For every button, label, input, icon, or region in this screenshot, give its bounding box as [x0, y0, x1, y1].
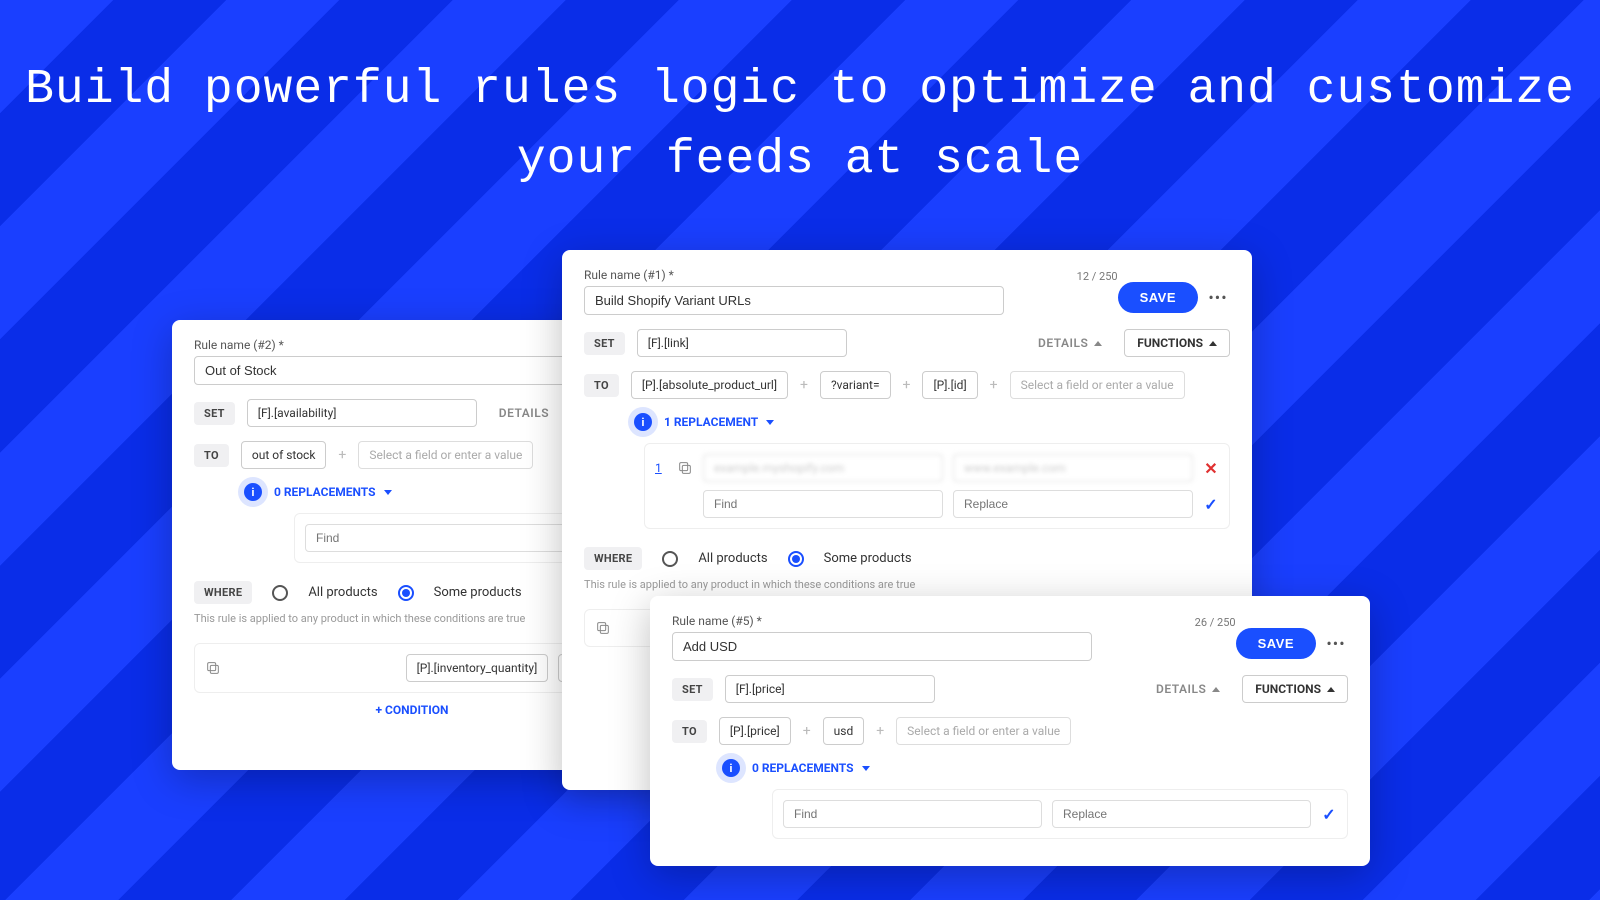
details-label: DETAILS [1156, 682, 1206, 696]
plus-icon: + [803, 723, 811, 739]
chevron-down-icon [384, 490, 392, 495]
chevron-up-icon [1212, 687, 1220, 692]
to-value-token[interactable]: out of stock [241, 441, 327, 469]
set-label: SET [584, 332, 625, 355]
plus-icon: + [903, 377, 911, 393]
confirm-icon[interactable]: ✓ [1203, 495, 1219, 514]
to-token-2[interactable]: usd [823, 717, 865, 745]
plus-icon: + [990, 377, 998, 393]
replacements-toggle[interactable]: 0 REPLACEMENTS [274, 485, 392, 499]
where-hint: This rule is applied to any product in w… [584, 578, 1230, 591]
to-add-field[interactable]: Select a field or enter a value [896, 717, 1071, 745]
to-token-1[interactable]: [P].[price] [719, 717, 791, 745]
replace-input[interactable] [953, 490, 1193, 518]
delete-icon[interactable]: ✕ [1203, 459, 1219, 478]
details-label: DETAILS [1038, 336, 1088, 350]
save-button[interactable]: SAVE [1118, 282, 1198, 313]
info-icon: i [244, 483, 262, 501]
rule-card-5: Rule name (#5) * 26 / 250 SAVE ••• SET [… [650, 596, 1370, 866]
plus-icon: + [876, 723, 884, 739]
details-button[interactable]: DETAILS [1146, 676, 1230, 702]
confirm-icon[interactable]: ✓ [1321, 805, 1337, 824]
details-button[interactable]: DETAILS [1028, 330, 1112, 356]
rule-name-count: 12 / 250 [1077, 270, 1118, 283]
radio-some-products[interactable] [788, 551, 804, 567]
rule-name-label: Rule name (#5) * 26 / 250 [672, 614, 1236, 628]
replace-input[interactable] [1052, 800, 1311, 828]
replacements-count: 0 REPLACEMENTS [274, 485, 376, 499]
rule-name-input[interactable] [584, 286, 1004, 315]
replacements-count: 0 REPLACEMENTS [752, 761, 854, 775]
rule-name-label-text: Rule name (#1) * [584, 268, 674, 282]
radio-all-label: All products [698, 551, 767, 566]
functions-label: FUNCTIONS [1137, 336, 1203, 350]
where-label: WHERE [584, 547, 642, 570]
to-label: TO [194, 444, 229, 467]
replacements-toggle[interactable]: 0 REPLACEMENTS [752, 761, 870, 775]
info-icon: i [634, 413, 652, 431]
more-icon[interactable]: ••• [1206, 286, 1230, 310]
functions-label: FUNCTIONS [1255, 682, 1321, 696]
set-label: SET [672, 678, 713, 701]
plus-icon: + [338, 447, 346, 463]
radio-some-label: Some products [824, 551, 912, 566]
more-icon[interactable]: ••• [1324, 632, 1348, 656]
rule-name-input[interactable] [672, 632, 1092, 661]
rule-name-input[interactable] [194, 356, 614, 385]
find-input[interactable] [703, 490, 943, 518]
functions-button[interactable]: FUNCTIONS [1242, 675, 1348, 703]
chevron-up-icon [1209, 341, 1217, 346]
radio-all-products[interactable] [272, 585, 288, 601]
set-label: SET [194, 402, 235, 425]
radio-some-label: Some products [434, 585, 522, 600]
info-icon: i [722, 759, 740, 777]
rule-name-label: Rule name (#1) * 12 / 250 [584, 268, 1118, 282]
radio-some-products[interactable] [398, 585, 414, 601]
find-input[interactable] [783, 800, 1042, 828]
details-label: DETAILS [499, 406, 549, 420]
to-add-field[interactable]: Select a field or enter a value [358, 441, 533, 469]
to-label: TO [672, 720, 707, 743]
copy-icon[interactable] [677, 460, 693, 476]
replacement-replace-existing[interactable]: www.example.com [953, 454, 1193, 482]
details-button[interactable]: DETAILS [489, 400, 559, 426]
to-token-2[interactable]: ?variant= [820, 371, 891, 399]
set-field-token[interactable]: [F].[availability] [247, 399, 477, 427]
to-token-1[interactable]: [P].[absolute_product_url] [631, 371, 788, 399]
replacements-toggle[interactable]: 1 REPLACEMENT [664, 415, 774, 429]
where-label: WHERE [194, 581, 252, 604]
rule-name-count: 26 / 250 [1195, 616, 1236, 629]
replacements-count: 1 REPLACEMENT [664, 415, 758, 429]
set-field-token[interactable]: [F].[price] [725, 675, 935, 703]
replacement-find-existing[interactable]: example.myshopify.com [703, 454, 943, 482]
rule-name-label-text: Rule name (#5) * [672, 614, 762, 628]
copy-icon[interactable] [205, 660, 221, 676]
chevron-up-icon [1094, 341, 1102, 346]
to-label: TO [584, 374, 619, 397]
chevron-up-icon [1327, 687, 1335, 692]
replacement-index[interactable]: 1 [655, 461, 667, 475]
to-add-field[interactable]: Select a field or enter a value [1010, 371, 1185, 399]
set-field-token[interactable]: [F].[link] [637, 329, 847, 357]
headline: Build powerful rules logic to optimize a… [0, 0, 1600, 195]
radio-all-label: All products [308, 585, 377, 600]
condition-field[interactable]: [P].[inventory_quantity] [406, 654, 549, 682]
functions-button[interactable]: FUNCTIONS [1124, 329, 1230, 357]
chevron-down-icon [766, 420, 774, 425]
radio-all-products[interactable] [662, 551, 678, 567]
copy-icon[interactable] [595, 620, 611, 636]
to-token-3[interactable]: [P].[id] [922, 371, 977, 399]
chevron-down-icon [862, 766, 870, 771]
plus-icon: + [800, 377, 808, 393]
save-button[interactable]: SAVE [1236, 628, 1316, 659]
